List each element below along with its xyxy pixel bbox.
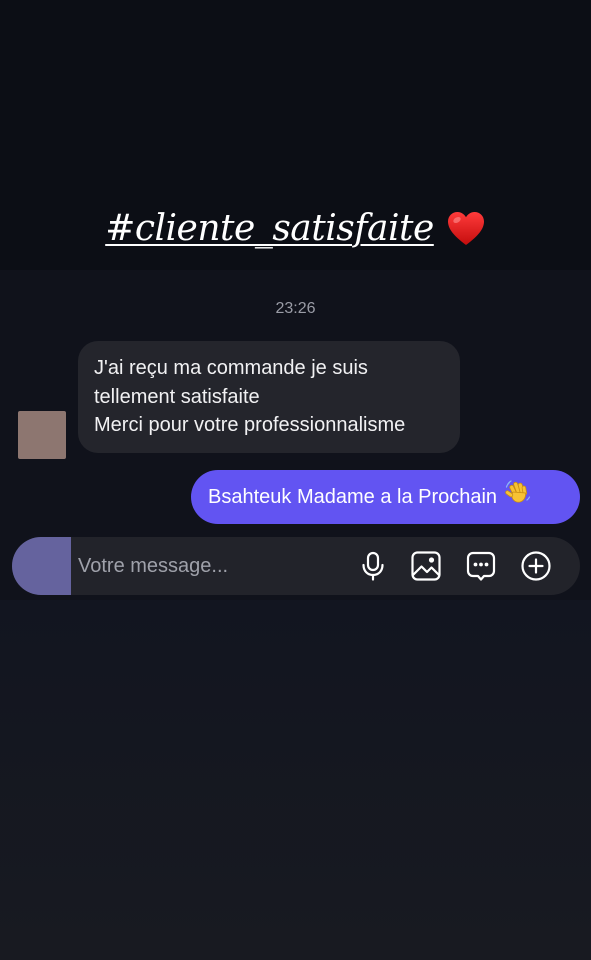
incoming-message-line: Merci pour votre professionnalisme <box>94 414 406 436</box>
story-caption: #cliente_satisfaite <box>0 208 591 249</box>
caption-hashtag: #cliente_satisfaite <box>105 208 434 249</box>
incoming-message-line: tellement satisfaite <box>94 385 260 408</box>
message-timestamp: 23:26 <box>275 300 316 317</box>
empty-background <box>0 600 591 960</box>
incoming-message-line: J'ai reçu ma commande je suis <box>94 357 368 379</box>
message-composer <box>12 537 580 595</box>
sticker-icon[interactable] <box>465 550 497 582</box>
message-input[interactable] <box>78 537 348 595</box>
microphone-icon[interactable] <box>357 550 389 582</box>
outgoing-message-bubble[interactable]: Bsahteuk Madame a la Prochain <box>191 470 580 524</box>
heart-icon <box>446 209 486 249</box>
avatar[interactable] <box>18 411 66 459</box>
plus-icon[interactable] <box>520 550 552 582</box>
incoming-message-bubble[interactable]: J'ai reçu ma commande je suis tellement … <box>78 341 460 453</box>
outgoing-message-text: Bsahteuk Madame a la Prochain <box>208 486 498 508</box>
media-thumbnail[interactable] <box>12 537 71 595</box>
image-icon[interactable] <box>410 550 442 582</box>
waving-hand-icon <box>505 472 531 503</box>
